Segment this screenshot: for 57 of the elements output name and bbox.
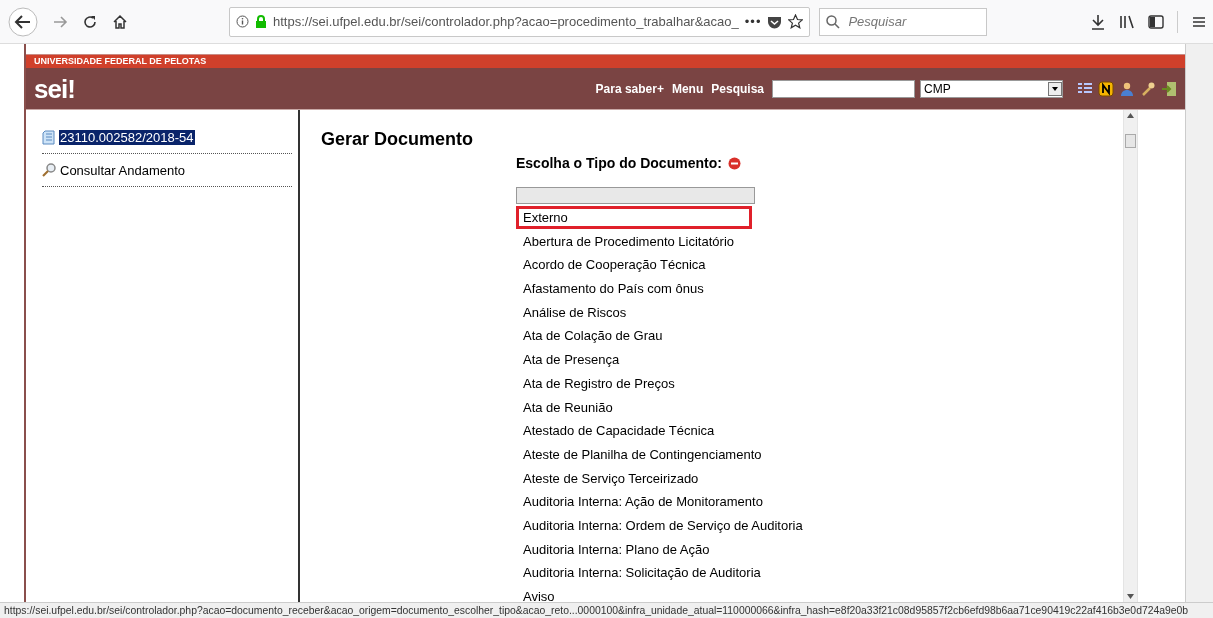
exit-icon[interactable] bbox=[1161, 80, 1177, 97]
document-type-link[interactable]: Auditoria Interna: Plano de Ação bbox=[516, 537, 717, 561]
search-icon bbox=[826, 14, 841, 29]
document-type-link[interactable]: Acordo de Cooperação Técnica bbox=[516, 253, 713, 277]
document-type-link[interactable]: Análise de Riscos bbox=[516, 300, 634, 324]
document-type-link[interactable]: Ata de Colação de Grau bbox=[516, 324, 670, 348]
unit-select[interactable]: CMP bbox=[920, 79, 1063, 98]
sidebar-icon[interactable] bbox=[1148, 13, 1165, 30]
scroll-down-icon[interactable] bbox=[1126, 593, 1135, 600]
document-type-link[interactable]: Aviso bbox=[516, 585, 562, 602]
document-type-link[interactable]: Afastamento do País com ônus bbox=[516, 277, 711, 301]
institution-name: UNIVERSIDADE FEDERAL DE PELOTAS bbox=[26, 54, 1185, 68]
header-link[interactable]: Menu bbox=[671, 81, 704, 96]
page-actions-button[interactable]: ••• bbox=[744, 14, 762, 29]
status-url: https://sei.ufpel.edu.br/sei/controlador.php?acao=documento_receber&acao_origem=documento_escolher_tipo&acao_reto...0000100&infra_unidade_atual=110000066&infra_hash=e8f20a33f21c08d95857f2cb6efd98b6aa71ce90419c22af416b3e0d724a9e0b bbox=[4, 605, 1189, 616]
pocket-icon[interactable] bbox=[767, 14, 783, 29]
document-type-link[interactable]: Ata de Registro de Preços bbox=[516, 371, 682, 395]
back-button[interactable] bbox=[8, 6, 38, 37]
search-input[interactable]: Pesquisar bbox=[846, 13, 981, 30]
new-icon[interactable] bbox=[1098, 80, 1114, 97]
scroll-thumb[interactable] bbox=[1125, 134, 1136, 148]
download-icon[interactable] bbox=[1090, 13, 1107, 30]
document-type-link[interactable]: Abertura de Procedimento Licitatório bbox=[516, 229, 741, 253]
document-type-link[interactable]: Ata de Presença bbox=[516, 348, 627, 372]
reload-icon[interactable] bbox=[82, 13, 98, 30]
prompt-label: Escolha o Tipo do Documento: bbox=[516, 155, 722, 171]
document-icon bbox=[42, 130, 56, 145]
lock-icon bbox=[255, 15, 267, 28]
scroll-up-icon[interactable] bbox=[1126, 112, 1135, 119]
document-type-link[interactable]: Atestado de Capacidade Técnica bbox=[516, 419, 722, 443]
filter-field[interactable] bbox=[516, 187, 755, 204]
document-type-link[interactable]: Ata de Reunião bbox=[516, 395, 620, 419]
sidebar-link[interactable]: Consultar Andamento bbox=[59, 163, 187, 178]
library-icon[interactable] bbox=[1119, 13, 1136, 30]
minus-icon[interactable] bbox=[727, 156, 741, 170]
process-link[interactable]: 23110.002582/2018-54 bbox=[59, 130, 195, 145]
document-type-link[interactable]: Ateste de Planilha de Contingenciamento bbox=[516, 442, 769, 466]
search-field[interactable]: Pesquisar bbox=[819, 7, 988, 36]
document-type-link[interactable]: Auditoria Interna: Ordem de Serviço de Auditoria bbox=[516, 513, 810, 537]
home-icon[interactable] bbox=[112, 13, 128, 30]
scrollbar[interactable] bbox=[1123, 110, 1138, 602]
document-type-link[interactable]: Auditoria Interna: Ação de Monitoramento bbox=[516, 490, 770, 514]
logo[interactable]: sei! bbox=[34, 75, 75, 102]
document-type-link[interactable]: Auditoria Interna: Solicitação de Auditoria bbox=[516, 561, 768, 585]
user-icon[interactable] bbox=[1119, 80, 1135, 97]
forward-icon[interactable] bbox=[52, 13, 68, 30]
page-title: Gerar Documento bbox=[321, 129, 474, 150]
document-type-link[interactable]: Ateste de Serviço Terceirizado bbox=[516, 466, 706, 490]
header-link[interactable]: Para saber+ bbox=[595, 81, 664, 96]
address-bar[interactable]: https://sei.ufpel.edu.br/sei/controlador.php?acao=procedimento_trabalhar&acao_ ••• bbox=[229, 6, 811, 37]
magnifier-icon bbox=[42, 163, 56, 178]
document-type-link[interactable]: Externo bbox=[516, 206, 752, 229]
star-icon[interactable] bbox=[788, 14, 804, 29]
search-field[interactable] bbox=[772, 79, 915, 98]
info-icon bbox=[236, 15, 249, 28]
wrench-icon[interactable] bbox=[1140, 80, 1156, 97]
header-link[interactable]: Pesquisa bbox=[711, 81, 764, 96]
